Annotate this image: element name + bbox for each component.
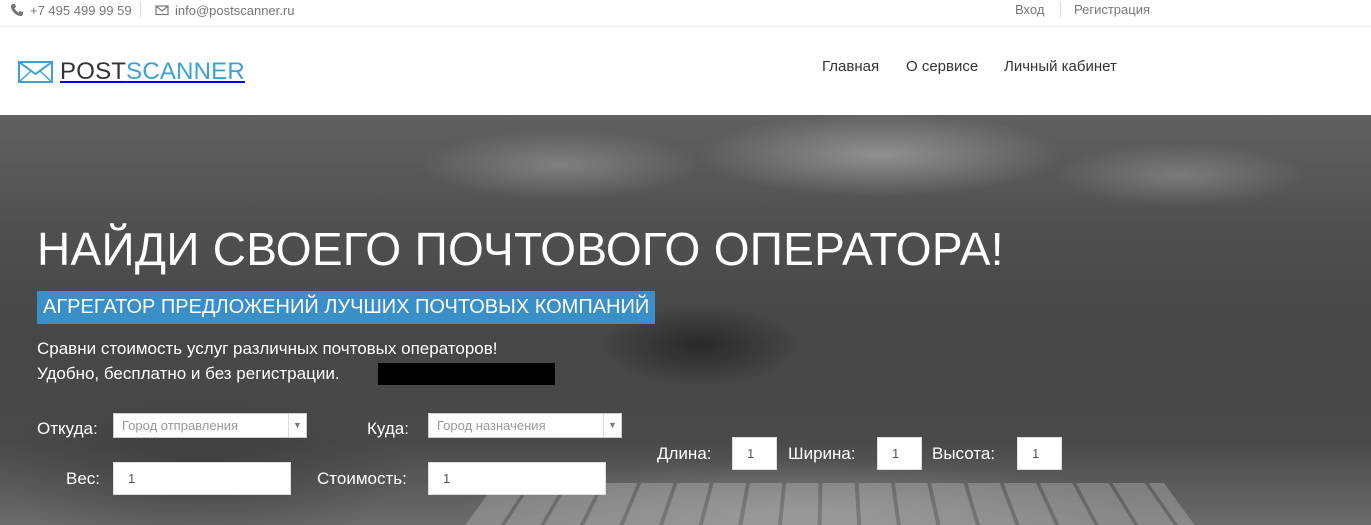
hero-description-line-1: Сравни стоимость услуг различных почтовы… xyxy=(37,339,498,358)
hero-description-line-2: Удобно, бесплатно и без регистрации. xyxy=(37,364,340,383)
redacted-block xyxy=(378,363,555,385)
weight-label: Вес: xyxy=(66,469,101,488)
dropdown-arrow-icon[interactable]: ▼ xyxy=(603,414,621,437)
phone-contact: +7 495 499 99 59 xyxy=(10,0,132,20)
phone-number: +7 495 499 99 59 xyxy=(30,2,132,18)
divider xyxy=(1060,2,1061,18)
hero-tagline: АГРЕГАТОР ПРЕДЛОЖЕНИЙ ЛУЧШИХ ПОЧТОВЫХ КО… xyxy=(37,291,656,324)
cost-label: Стоимость: xyxy=(317,469,407,488)
length-input[interactable]: 1 xyxy=(732,437,777,470)
logo[interactable]: POSTSCANNER xyxy=(18,58,245,86)
from-city-select[interactable]: Город отправления ▼ xyxy=(113,413,307,438)
email-contact: info@postscanner.ru xyxy=(155,0,294,20)
logo-text: POSTSCANNER xyxy=(60,58,245,86)
cost-input[interactable]: 1 xyxy=(428,462,606,495)
from-label: Откуда: xyxy=(37,419,98,438)
hero-section: НАЙДИ СВОЕГО ПОЧТОВОГО ОПЕРАТОРА! АГРЕГА… xyxy=(0,115,1371,525)
site-header: POSTSCANNER Главная О сервисе Личный каб… xyxy=(0,28,1371,115)
logo-text-post: POST xyxy=(60,58,127,85)
hero-title: НАЙДИ СВОЕГО ПОЧТОВОГО ОПЕРАТОРА! xyxy=(37,223,1004,275)
weight-input[interactable]: 1 xyxy=(113,462,291,495)
length-label: Длина: xyxy=(657,444,712,463)
nav-about[interactable]: О сервисе xyxy=(906,58,978,75)
envelope-logo-icon xyxy=(18,61,53,83)
to-city-placeholder: Город назначения xyxy=(437,418,546,433)
from-city-placeholder: Город отправления xyxy=(122,418,239,433)
register-link[interactable]: Регистрация xyxy=(1074,0,1150,20)
width-input[interactable]: 1 xyxy=(877,437,922,470)
login-link[interactable]: Вход xyxy=(1015,0,1044,20)
phone-icon xyxy=(11,4,23,16)
logo-text-scanner: SCANNER xyxy=(126,58,245,85)
height-input[interactable]: 1 xyxy=(1017,437,1062,470)
nav-cabinet[interactable]: Личный кабинет xyxy=(1004,58,1117,75)
to-label: Куда: xyxy=(367,419,409,438)
to-city-select[interactable]: Город назначения ▼ xyxy=(428,413,622,438)
envelope-icon xyxy=(155,5,169,16)
dropdown-arrow-icon[interactable]: ▼ xyxy=(288,414,306,437)
divider xyxy=(140,2,141,18)
nav-home[interactable]: Главная xyxy=(822,58,879,75)
height-label: Высота: xyxy=(932,444,996,463)
top-bar: +7 495 499 99 59 info@postscanner.ru Вхо… xyxy=(0,0,1371,27)
width-label: Ширина: xyxy=(788,444,856,463)
email-address[interactable]: info@postscanner.ru xyxy=(175,3,294,18)
